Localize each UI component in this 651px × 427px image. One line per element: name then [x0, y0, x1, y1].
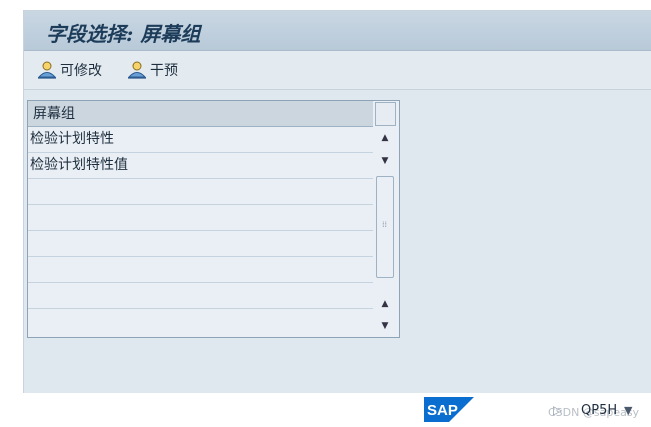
- table-row[interactable]: [28, 231, 373, 257]
- svg-text:SAP: SAP: [427, 402, 458, 419]
- table-row[interactable]: 检验计划特性值: [28, 153, 373, 179]
- system-name: QP5H: [581, 403, 618, 418]
- scroll-thumb[interactable]: ⁞⁞: [376, 176, 394, 278]
- modifiable-button[interactable]: 可修改: [37, 59, 102, 81]
- title-bar: 字段选择: 屏幕组: [24, 11, 651, 51]
- modifiable-label: 可修改: [60, 63, 102, 79]
- screen-group-table: 屏幕组 检验计划特性 检验计划特性值 ▲ ▼ ⁞⁞ ▲ ▼: [27, 100, 400, 338]
- column-header-screen-group[interactable]: 屏幕组: [28, 101, 373, 127]
- intervene-button[interactable]: 干预: [127, 59, 178, 81]
- table-row[interactable]: [28, 283, 373, 309]
- grip-icon: ⁞⁞: [382, 220, 388, 229]
- person-icon: [37, 61, 57, 79]
- window-title: 字段选择: 屏幕组: [46, 22, 201, 46]
- sap-logo: SAP: [424, 397, 474, 422]
- vertical-scrollbar[interactable]: ▲ ▼ ⁞⁞ ▲ ▼: [374, 101, 397, 335]
- chevron-down-icon[interactable]: ▼: [624, 404, 632, 417]
- toolbar: 可修改 干预: [24, 51, 651, 90]
- table-row[interactable]: [28, 205, 373, 231]
- person-icon: [127, 61, 147, 79]
- scroll-down-icon[interactable]: ▼: [378, 320, 392, 332]
- scroll-down-icon[interactable]: ▼: [378, 155, 392, 167]
- scroll-up-icon[interactable]: ▲: [378, 298, 392, 310]
- scroll-up-icon[interactable]: ▲: [378, 132, 392, 144]
- table-row[interactable]: [28, 179, 373, 205]
- table-row[interactable]: [28, 257, 373, 283]
- dialog-frame: 字段选择: 屏幕组 可修改 干预 屏幕组 检验计划特性 检验计划特性值 ▲ ▼ …: [23, 10, 651, 393]
- intervene-label: 干预: [150, 63, 178, 79]
- column-settings-button[interactable]: [375, 102, 396, 126]
- table-row[interactable]: 检验计划特性: [28, 127, 373, 153]
